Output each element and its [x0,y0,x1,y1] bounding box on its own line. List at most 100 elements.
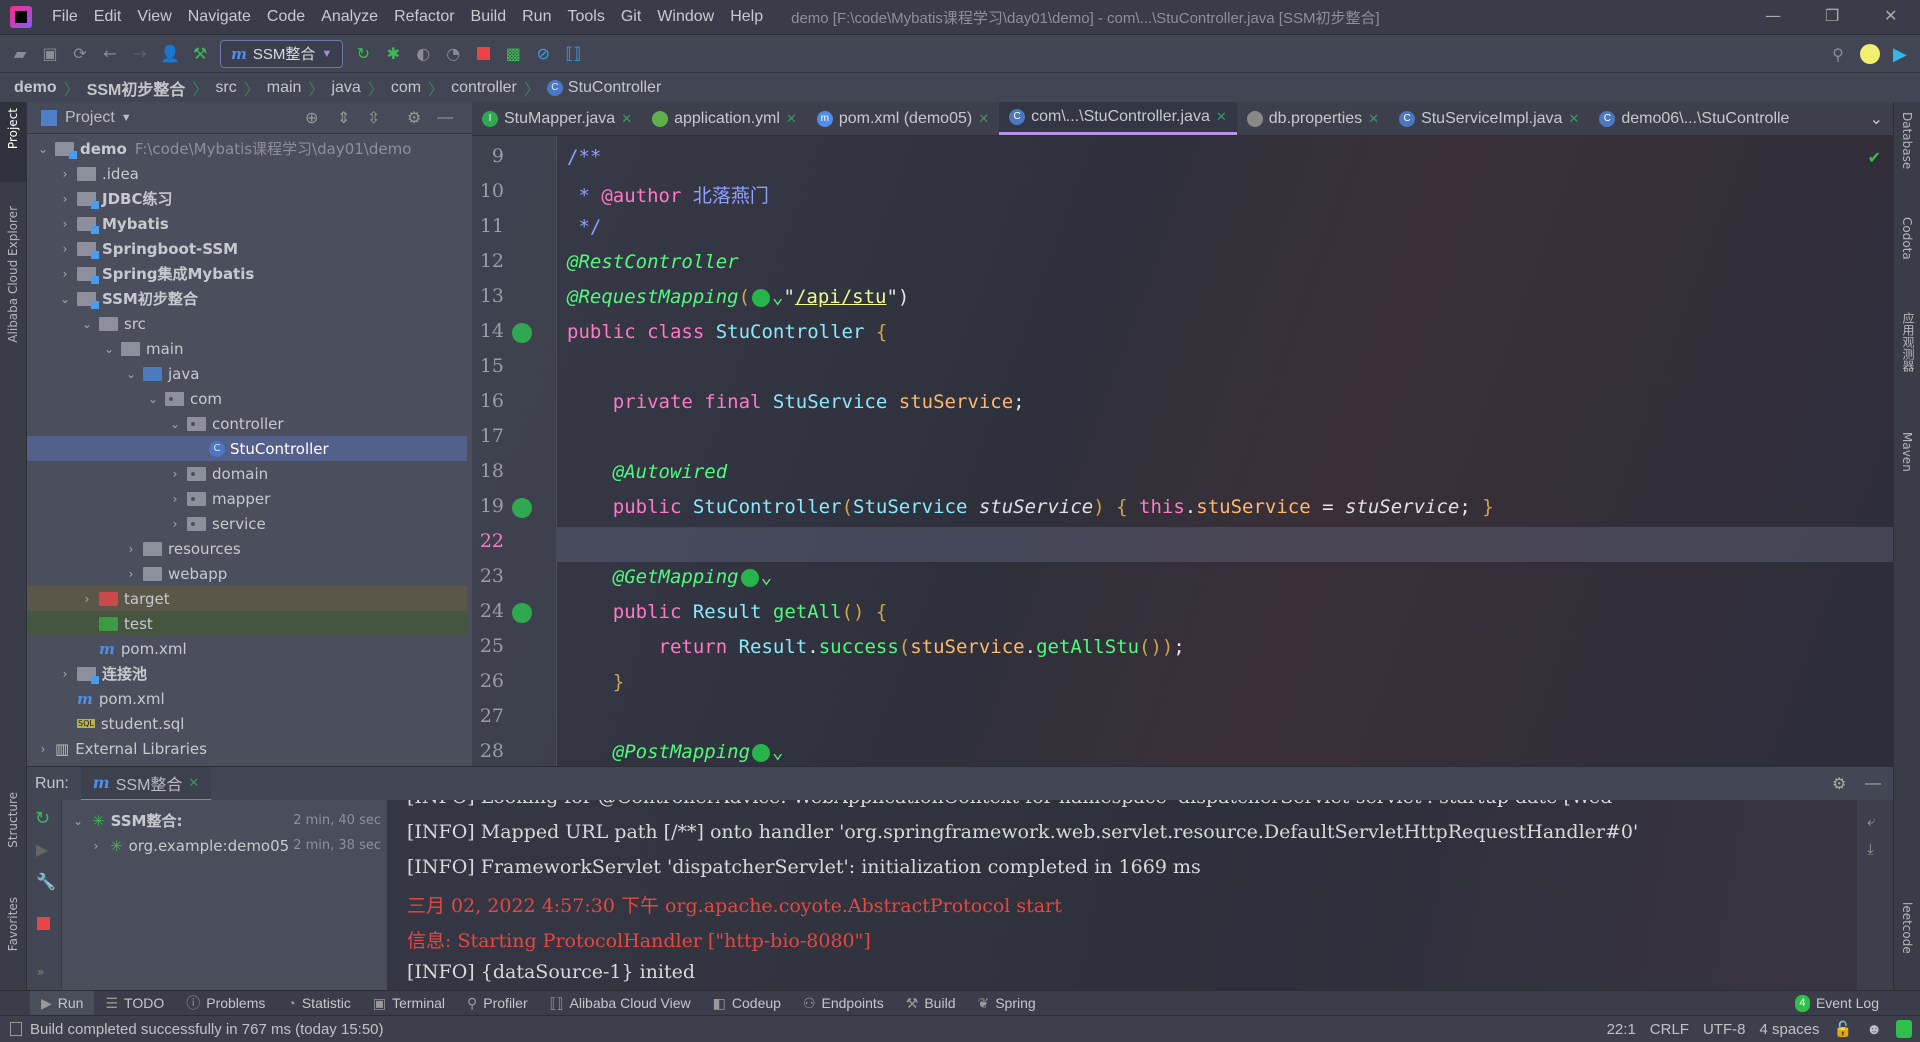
alibaba-cloud-explorer-tool-button[interactable]: Alibaba Cloud Explorer [6,206,20,343]
menu-item-help[interactable]: Help [722,8,771,26]
tree-item[interactable]: › 连接池 [27,661,467,686]
spring-bean-gutter-icon[interactable] [512,323,532,343]
inspector-icon[interactable]: ☻ [1866,1021,1882,1038]
chevron-down-icon[interactable]: ⌄ [145,392,161,406]
maven-tool-button[interactable]: Maven [1900,432,1914,472]
bottom-tab-profiler[interactable]: ⚲ Profiler [456,991,539,1016]
chevron-right-icon[interactable]: › [57,667,73,681]
open-folder-icon[interactable]: ▰ [10,44,30,64]
chevron-down-icon[interactable]: ⌄ [57,292,73,306]
favorites-tool-button[interactable]: Favorites [6,897,20,951]
forward-icon[interactable]: → [130,44,150,64]
user-icon[interactable]: 👤 [160,44,180,64]
breadcrumb-item[interactable]: com [391,79,421,97]
close-tab-icon[interactable]: ✕ [188,775,199,791]
menu-item-build[interactable]: Build [463,8,515,26]
chevron-right-icon[interactable]: › [57,242,73,256]
lock-icon[interactable]: 🔓 [1834,1020,1853,1038]
debug-icon[interactable]: ✱ [383,44,403,64]
breadcrumb-item[interactable]: controller [451,79,517,97]
tree-item[interactable]: › ▥ External Libraries [27,736,467,761]
tree-item[interactable]: C StuController [27,436,467,461]
back-icon[interactable]: ← [100,44,120,64]
update-icon[interactable] [1860,44,1880,64]
tree-item[interactable]: ⌄ demo F:\code\Mybatis课程学习\day01\demo [27,136,467,161]
close-tab-icon[interactable]: ✕ [978,111,989,127]
chevron-down-icon[interactable]: ⌄ [123,367,139,381]
rerun-icon[interactable]: ↻ [353,44,373,64]
terminal-plugin-icon[interactable] [1896,1020,1912,1038]
bottom-tab-problems[interactable]: ⓘ Problems [175,991,276,1016]
tree-item[interactable]: ⌄ java [27,361,467,386]
tree-item[interactable]: › Mybatis [27,211,467,236]
chevron-right-icon[interactable]: › [57,267,73,281]
restore-button[interactable]: ❐ [1825,6,1839,25]
stop-icon[interactable] [37,917,50,930]
tree-item[interactable]: ⌄ main [27,336,467,361]
menu-item-window[interactable]: Window [649,8,722,26]
spring-bean-gutter-icon[interactable] [512,498,532,518]
codota-tool-button[interactable]: Codota [1900,217,1914,260]
stop-icon[interactable] [473,44,493,64]
chevron-down-icon[interactable]: ⌄ [772,741,783,763]
breadcrumb-item[interactable]: java [331,79,360,97]
expand-all-icon[interactable]: ⇕ [337,108,350,128]
menu-item-tools[interactable]: Tools [559,8,612,26]
observer-tool-button[interactable]: 应用观测器 [1900,312,1917,372]
monitor-icon[interactable]: ▩ [503,44,523,64]
tree-item[interactable]: m pom.xml [27,636,467,661]
code-editor[interactable]: 9 10 11 12 13 14 15 16 17 18 19 22 23 24 25 26 27 28 ✔ /*… [472,136,1893,766]
bottom-tab-spring[interactable]: ❦ Spring [966,991,1046,1016]
editor-tab[interactable]: C StuServiceImpl.java ✕ [1389,102,1589,135]
locate-icon[interactable]: ⊕ [305,108,318,128]
tree-item[interactable]: › webapp [27,561,467,586]
tree-item[interactable]: › JDBC练习 [27,186,467,211]
editor-tab[interactable]: db.properties ✕ [1237,102,1389,135]
disable-icon[interactable]: ⊘ [533,44,553,64]
gear-icon[interactable]: ⚙ [1832,774,1846,794]
bottom-tab-terminal[interactable]: ▣ Terminal [362,991,456,1016]
chevron-right-icon[interactable]: › [123,542,139,556]
rerun-failed-icon[interactable]: ▶ [36,840,48,859]
tree-item[interactable]: › target [27,586,467,611]
breadcrumb-item[interactable]: StuController [568,79,661,97]
soft-wrap-icon[interactable]: ⤶ [1867,812,1875,830]
chevron-right-icon[interactable]: › [167,517,183,531]
project-view-select[interactable]: Project [65,109,115,127]
menu-item-refactor[interactable]: Refactor [386,8,462,26]
tree-item[interactable]: › .idea [27,161,467,186]
endpoint-globe-icon[interactable] [740,568,759,587]
more-icon[interactable]: » [37,965,44,979]
tree-item[interactable]: › mapper [27,486,467,511]
cloud-icon[interactable]: ⟦⟧ [563,44,583,64]
tree-item[interactable]: › Springboot-SSM [27,236,467,261]
menu-item-code[interactable]: Code [259,8,313,26]
breadcrumb-item[interactable]: demo [14,79,57,97]
save-icon[interactable]: ▣ [40,44,60,64]
console-output[interactable]: [INFO] Looking for @ControllerAdvice: We… [387,800,1857,990]
structure-tool-button[interactable]: Structure [6,792,20,848]
menu-item-file[interactable]: File [44,8,86,26]
editor-tab[interactable]: Cdemo06\...\StuControlle [1589,102,1799,135]
wrench-icon[interactable]: 🔧 [36,872,56,891]
run-tab[interactable]: m SSM整合 ✕ [80,766,212,801]
coverage-icon[interactable]: ◐ [413,44,433,64]
caret-position[interactable]: 22:1 [1607,1021,1636,1038]
event-log-button[interactable]: 4 Event Log [1784,991,1890,1016]
chevron-right-icon[interactable]: › [167,467,183,481]
tree-item[interactable]: › domain [27,461,467,486]
editor-tab[interactable]: application.yml ✕ [642,102,807,135]
status-message[interactable]: Build completed successfully in 767 ms (… [30,1021,384,1038]
menu-item-navigate[interactable]: Navigate [180,8,259,26]
chevron-down-icon[interactable]: ⌄ [70,814,86,828]
bottom-tab-todo[interactable]: ☰ TODO [94,991,175,1016]
close-tab-icon[interactable]: ✕ [1368,111,1379,127]
chevron-right-icon[interactable]: › [57,167,73,181]
editor-tab[interactable]: I StuMapper.java ✕ [472,102,642,135]
bottom-tab-endpoints[interactable]: ⚇ Endpoints [792,991,895,1016]
chevron-down-icon[interactable]: ⌄ [772,286,783,308]
chevron-right-icon[interactable]: › [167,492,183,506]
menu-item-git[interactable]: Git [613,8,649,26]
tree-item[interactable]: SQL student.sql [27,711,467,736]
tree-item[interactable]: m pom.xml [27,686,467,711]
